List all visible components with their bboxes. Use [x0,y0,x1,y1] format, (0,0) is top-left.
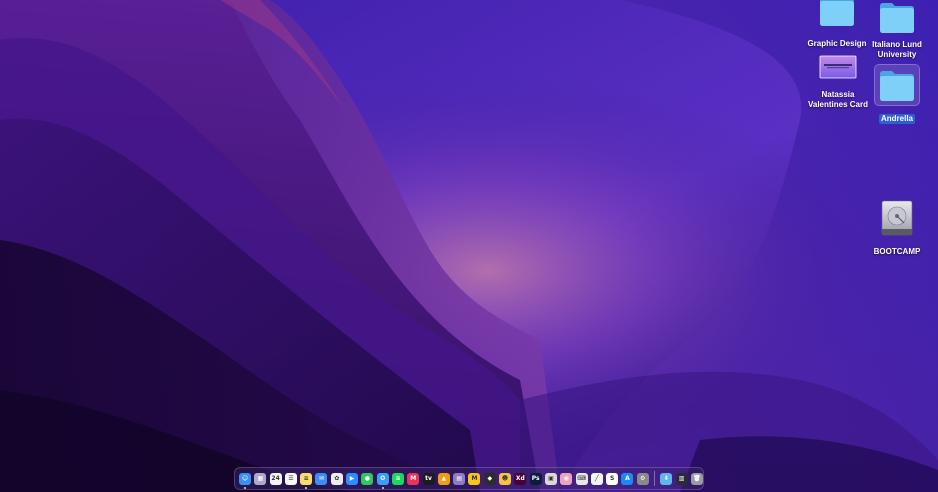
launchpad-dock-item[interactable]: ▦ [254,472,267,485]
running-indicator [381,486,384,489]
vlc-dock-item[interactable]: ▲ [437,472,450,485]
dock[interactable]: ☺ ▦ 24 ☰ ≡ ✉ ✿ ▶ ● ✪ ≋ Mtv ▲ ▤ M ◆ ☻ Xd Ps ▣ ◉ ⌨ ╱ S A ⚙ ⬇ ▥ 🗑 [234,467,704,490]
downloads-folder-dock-item[interactable]: ⬇ [660,472,673,485]
monday-icon: M [410,474,417,482]
spotify-dock-item[interactable]: ≋ [391,472,404,485]
zoom-icon: ▶ [349,474,355,482]
finder-icon: ☺ [241,474,249,482]
running-indicator [244,486,246,489]
reminders-dock-item[interactable]: ☰ [284,472,297,485]
desktop-icon-label: BOOTCAMP [873,247,921,256]
emoji-icon: ☻ [501,474,509,482]
script-editor-dock-item[interactable]: ╱ [590,472,603,485]
photos-icon: ✿ [334,474,340,482]
keyboard-viewer-dock-item[interactable]: ⌨ [575,472,588,485]
recent-items-icon: ▥ [678,474,685,482]
mail-dock-item[interactable]: ✉ [315,472,328,485]
preview-icon: ▣ [548,474,554,482]
adobe-xd-dock-item[interactable]: Xd [514,472,527,485]
system-preferences-icon: ⚙ [640,474,646,482]
image-file-icon [816,47,860,87]
drive-bootcamp[interactable]: BOOTCAMP [859,198,935,259]
monday-dock-item[interactable]: M [407,472,420,485]
appletv-icon: tv [425,474,432,482]
calendar-icon: 24 [271,474,280,482]
desktop-icon-label: Andrella [878,114,915,124]
clapper-icon: ▤ [456,474,462,482]
folder-icon [875,65,919,105]
keyboard-viewer-icon: ⌨ [577,474,586,482]
color-picker-icon: ◉ [563,474,569,482]
dock-right: ⬇ ▥ 🗑 [660,472,703,485]
spotify-icon: ≋ [395,474,401,482]
adobe-xd-icon: Xd [515,474,525,482]
downloads-folder-icon: ⬇ [663,474,669,482]
inkscape-dock-item[interactable]: S [606,472,619,485]
launchpad-icon: ▦ [257,474,264,482]
appletv-dock-item[interactable]: tv [422,472,435,485]
running-indicator [305,486,308,489]
folder-icon [815,0,859,30]
photoshop-icon: Ps [531,474,540,482]
calendar-dock-item[interactable]: 24 [269,472,282,485]
dock-separator [654,471,656,486]
desktop-icon-label: Italiano Lund University [872,40,922,59]
desktop[interactable]: Graphic Design Italiano Lund University [0,0,938,492]
hard-drive-icon [875,198,919,238]
safari-icon: ✪ [380,474,386,482]
inkscape-icon: S [609,474,615,482]
app-store-icon: A [625,474,630,482]
script-editor-icon: ╱ [595,474,599,482]
vlc-icon: ▲ [441,474,447,482]
clapper-dock-item[interactable]: ▤ [453,472,466,485]
messages-dock-item[interactable]: ● [361,472,374,485]
notes-icon: ≡ [303,474,309,482]
messages-icon: ● [364,474,370,482]
app-store-dock-item[interactable]: A [621,472,634,485]
miro-icon: M [471,474,478,482]
zoom-dock-item[interactable]: ▶ [346,472,359,485]
color-picker-dock-item[interactable]: ◉ [560,472,573,485]
emoji-dock-item[interactable]: ☻ [499,472,512,485]
photos-dock-item[interactable]: ✿ [330,472,343,485]
figma-dock-item[interactable]: ◆ [483,472,496,485]
photoshop-dock-item[interactable]: Ps [529,472,542,485]
mail-icon: ✉ [318,474,324,482]
notes-dock-item[interactable]: ≡ [300,472,313,489]
figma-icon: ◆ [487,474,493,482]
trash-icon: 🗑 [693,474,701,482]
safari-dock-item[interactable]: ✪ [376,472,389,489]
miro-dock-item[interactable]: M [468,472,481,485]
dock-apps: ☺ ▦ 24 ☰ ≡ ✉ ✿ ▶ ● ✪ ≋ Mtv ▲ ▤ M ◆ ☻ Xd Ps ▣ ◉ ⌨ ╱ S A ⚙ [239,472,649,489]
wallpaper [0,0,938,492]
finder-dock-item[interactable]: ☺ [239,472,251,489]
trash-dock-item[interactable]: 🗑 [690,472,703,485]
reminders-icon: ☰ [288,474,294,482]
recent-items-dock-item[interactable]: ▥ [675,472,688,485]
folder-andrella[interactable]: Andrella [859,65,935,126]
preview-dock-item[interactable]: ▣ [544,472,557,485]
folder-icon [875,0,919,37]
system-preferences-dock-item[interactable]: ⚙ [636,472,649,485]
